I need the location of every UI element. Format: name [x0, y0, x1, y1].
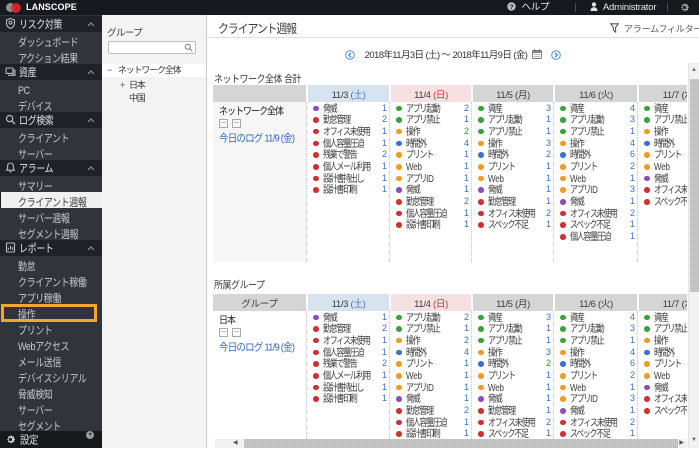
svg-text:?: ?: [510, 4, 514, 11]
